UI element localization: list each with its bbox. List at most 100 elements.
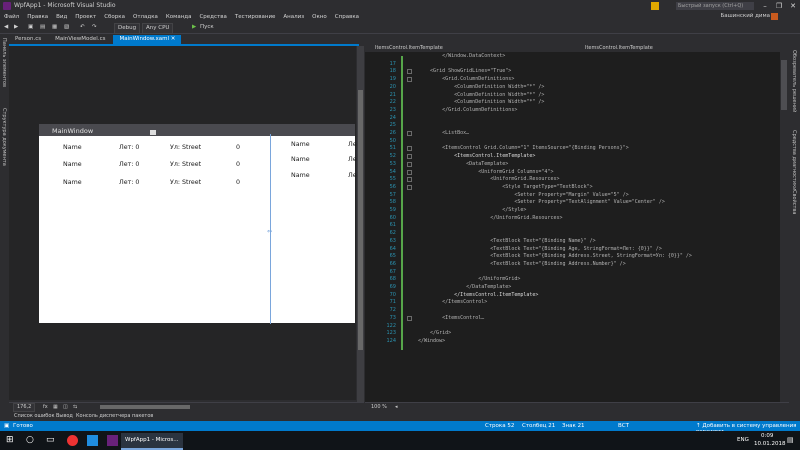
designer-horizontal-scroll-thumb[interactable]	[100, 405, 190, 409]
menu-edit[interactable]: Правка	[23, 12, 52, 22]
code-line[interactable]: <ListBox…	[418, 130, 469, 136]
visual-studio-taskbar-icon[interactable]	[107, 435, 118, 446]
grid-toggle-icon[interactable]: ▦	[53, 404, 58, 410]
fold-toggle-icon[interactable]	[407, 184, 412, 190]
menu-file[interactable]: Файл	[0, 12, 23, 22]
quick-launch-input[interactable]: Быстрый запуск (Ctrl+Q)	[676, 2, 754, 10]
close-tab-icon[interactable]: ✕	[171, 36, 176, 42]
code-line[interactable]: </Window>	[418, 338, 445, 344]
nav-element-dropdown[interactable]: ItemsControl.ItemTemplate	[375, 45, 443, 51]
code-line[interactable]: </UniformGrid.Resources>	[418, 215, 562, 221]
document-outline-tab[interactable]: Структура документа	[1, 108, 7, 166]
code-line[interactable]: <TextBlock Text="{Binding Name}" />	[418, 238, 595, 244]
tab-mainviewmodel-cs[interactable]: MainViewModel.cs	[49, 35, 111, 44]
new-project-icon[interactable]: ▣	[28, 23, 33, 32]
forward-icon[interactable]: ▶	[14, 23, 18, 32]
save-all-icon[interactable]: ▧	[64, 23, 69, 32]
start-icon[interactable]: ▶	[192, 23, 196, 32]
code-line[interactable]: <UniformGrid.Resources>	[418, 176, 559, 182]
start-button[interactable]: Пуск	[200, 23, 214, 32]
fold-toggle-icon[interactable]	[407, 315, 412, 321]
code-line[interactable]: <TextBlock Text="{Binding Age, StringFor…	[418, 246, 662, 252]
properties-tab[interactable]: Свойства	[791, 190, 797, 214]
code-line[interactable]: <TextBlock Text="{Binding Address.Street…	[418, 253, 692, 259]
code-line[interactable]: </ItemsControl.ItemTemplate>	[418, 292, 538, 298]
grid-adorner-icon[interactable]	[150, 130, 156, 135]
clock-time[interactable]: 0:09	[761, 433, 773, 439]
fold-toggle-icon[interactable]	[407, 161, 412, 167]
app-icon[interactable]	[87, 435, 98, 446]
designer-zoom-select[interactable]: 176,2	[13, 403, 36, 412]
code-line[interactable]: <Grid.ColumnDefinitions>	[418, 76, 514, 82]
minimize-button[interactable]: –	[758, 0, 772, 12]
fold-toggle-icon[interactable]	[407, 154, 412, 160]
code-line[interactable]: <TextBlock Text="{Binding Address.Number…	[418, 261, 625, 267]
code-line[interactable]: <ItemsControl…	[418, 315, 484, 321]
code-line[interactable]: <ColumnDefinition Width="*" />	[418, 84, 544, 90]
code-line[interactable]: <UniformGrid Columns="4">	[418, 169, 553, 175]
menu-window[interactable]: Окно	[308, 12, 331, 22]
windows-start-icon[interactable]: ⊞	[6, 435, 17, 446]
code-line[interactable]: </DataTemplate>	[418, 284, 511, 290]
configuration-select[interactable]: Debug	[114, 23, 141, 34]
code-line[interactable]: <Style TargetType="TextBlock">	[418, 184, 592, 190]
code-line[interactable]: <Setter Property="Margin" Value="5" />	[418, 192, 628, 198]
tab-mainwindow-xaml[interactable]: MainWindow.xaml ✕	[113, 35, 182, 44]
menu-project[interactable]: Проект	[71, 12, 100, 22]
tab-output[interactable]: Вывод	[56, 413, 73, 419]
code-line[interactable]: <ColumnDefinition Width="*" />	[418, 99, 544, 105]
undo-icon[interactable]: ↶	[80, 23, 85, 32]
tab-error-list[interactable]: Список ошибок	[14, 413, 54, 419]
collapse-icon[interactable]: ◂	[395, 404, 398, 410]
code-line[interactable]: </Grid>	[418, 330, 451, 336]
fold-toggle-icon[interactable]	[407, 177, 412, 183]
fold-toggle-icon[interactable]	[407, 131, 412, 136]
code-line[interactable]: </ItemsControl>	[418, 299, 487, 305]
user-name[interactable]: Башинский дима	[721, 13, 771, 19]
code-line[interactable]: </Window.DataContext>	[418, 53, 505, 59]
menu-analyze[interactable]: Анализ	[279, 12, 308, 22]
taskbar-active-app[interactable]: WpfApp1 - Micros...	[121, 433, 183, 450]
avatar[interactable]	[771, 13, 778, 20]
code-line[interactable]: </Style>	[418, 207, 526, 213]
fold-toggle-icon[interactable]	[407, 69, 412, 75]
snap-icon[interactable]: ◫	[63, 404, 68, 410]
menu-view[interactable]: Вид	[52, 12, 71, 22]
keyboard-language[interactable]: ENG	[737, 437, 749, 443]
menu-team[interactable]: Команда	[162, 12, 196, 22]
code-line[interactable]: <Setter Property="TextAlignment" Value="…	[418, 199, 665, 205]
tab-person-cs[interactable]: Person.cs	[9, 35, 47, 44]
task-view-icon[interactable]: ▭	[46, 435, 57, 446]
notifications-icon[interactable]: ▤	[787, 436, 794, 444]
redo-icon[interactable]: ↷	[92, 23, 97, 32]
diagnostic-tools-tab[interactable]: Средства диагностики	[791, 130, 797, 190]
menu-help[interactable]: Справка	[331, 12, 363, 22]
fold-toggle-icon[interactable]	[407, 146, 412, 152]
solution-explorer-tab[interactable]: Обозреватель решений	[791, 50, 797, 112]
code-line[interactable]: <Grid ShowGridLines="True">	[418, 68, 511, 74]
maximize-button[interactable]: ❐	[772, 0, 786, 12]
yandex-browser-icon[interactable]	[67, 435, 78, 446]
code-line[interactable]: </UniformGrid>	[418, 276, 520, 282]
notification-flag-icon[interactable]	[651, 2, 659, 10]
fold-toggle-icon[interactable]	[407, 77, 412, 83]
fold-toggle-icon[interactable]	[407, 169, 412, 175]
editor-zoom-select[interactable]: 100 %	[371, 404, 387, 410]
splitter-handle-icon[interactable]: ⇔	[267, 228, 272, 235]
open-icon[interactable]: ▤	[40, 23, 45, 32]
fx-icon[interactable]: fx	[43, 404, 48, 410]
menu-build[interactable]: Сборка	[100, 12, 129, 22]
code-line[interactable]: <DataTemplate>	[418, 161, 508, 167]
close-button[interactable]: ✕	[786, 0, 800, 12]
nav-member-dropdown[interactable]: ItemsControl.ItemTemplate	[585, 45, 653, 51]
code-line[interactable]: </Grid.ColumnDefinitions>	[418, 107, 517, 113]
save-icon[interactable]: ▦	[52, 23, 57, 32]
swap-panes-icon[interactable]: ⇆	[73, 404, 77, 410]
clock-date[interactable]: 10.01.2018	[754, 441, 786, 447]
designer-window-body[interactable]: Name Лет: 0 Ул: Street 0 Name Лет: 0 Ул:…	[39, 136, 357, 323]
code-line[interactable]: <ItemsControl Grid.Column="1" ItemsSourc…	[418, 145, 629, 151]
menu-debug[interactable]: Отладка	[129, 12, 162, 22]
platform-select[interactable]: Any CPU	[142, 23, 174, 34]
editor-scroll-thumb[interactable]	[781, 60, 787, 110]
tab-package-manager-console[interactable]: Консоль диспетчера пакетов	[76, 413, 153, 419]
